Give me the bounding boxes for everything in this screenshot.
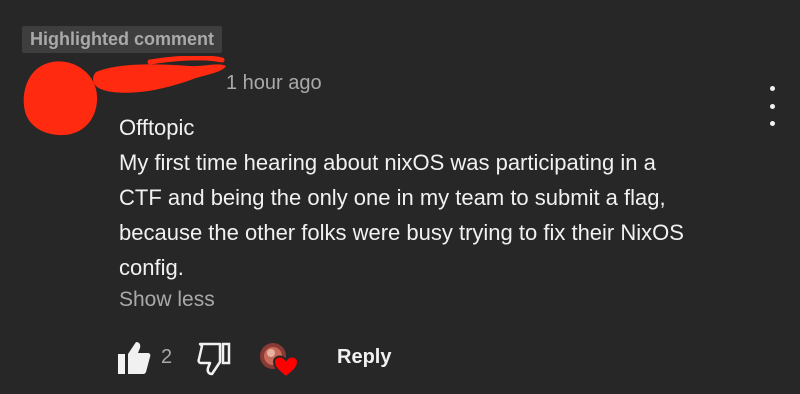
comment-card: Highlighted comment 1 hour ago Offtopic … [0, 0, 800, 394]
comment-actions: 2 Reply [116, 336, 416, 380]
comment-line: Offtopic [119, 115, 195, 140]
comment-timestamp[interactable]: 1 hour ago [226, 72, 322, 95]
comment-line: My first time hearing about nixOS was pa… [119, 150, 656, 175]
comment-line: because the other folks were busy trying… [119, 220, 684, 245]
creator-heart-icon[interactable] [258, 341, 298, 379]
comment-body: Offtopic My first time hearing about nix… [119, 110, 769, 285]
comment-line: config. [119, 255, 184, 280]
comment-line: CTF and being the only one in my team to… [119, 185, 666, 210]
avatar[interactable] [22, 60, 98, 136]
menu-dot [769, 103, 775, 109]
author-name-redacted[interactable] [90, 56, 228, 100]
like-count: 2 [161, 346, 173, 368]
show-less-button[interactable]: Show less [119, 288, 215, 312]
reply-button[interactable]: Reply [337, 346, 391, 369]
thumbs-up-icon[interactable] [116, 340, 152, 376]
thumbs-down-icon[interactable] [196, 340, 232, 376]
menu-dot [769, 121, 775, 126]
menu-dot [769, 86, 775, 91]
highlighted-comment-badge: Highlighted comment [22, 26, 222, 53]
